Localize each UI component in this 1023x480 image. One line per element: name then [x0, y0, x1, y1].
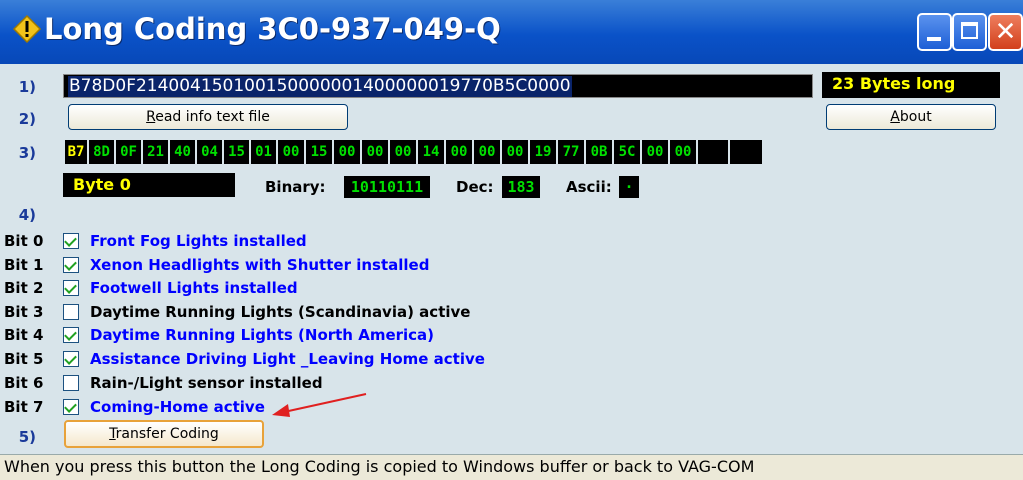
- ascii-label: Ascii:: [566, 178, 612, 196]
- bit-description: Rain-/Light sensor installed: [90, 374, 323, 392]
- byte-cell[interactable]: 15: [306, 140, 334, 164]
- close-button[interactable]: ✕: [988, 13, 1023, 51]
- byte-cell[interactable]: B7: [65, 140, 89, 164]
- byte-cell[interactable]: 00: [642, 140, 670, 164]
- long-coding-value: B78D0F214004150100150000001400000019770B…: [68, 76, 572, 97]
- checkmark-icon: [64, 328, 77, 341]
- bit-checkbox[interactable]: [63, 351, 79, 367]
- bit-checkbox[interactable]: [63, 327, 79, 343]
- byte-cell[interactable]: 00: [278, 140, 306, 164]
- bit-checkbox[interactable]: [63, 280, 79, 296]
- byte-cell[interactable]: 00: [446, 140, 474, 164]
- checkmark-icon: [64, 281, 77, 294]
- dec-value: 183: [502, 176, 540, 198]
- transfer-coding-label: Transfer Coding: [109, 426, 219, 442]
- binary-value: 10110111: [344, 176, 430, 198]
- bit-checkbox[interactable]: [63, 375, 79, 391]
- byte-cell[interactable]: 14: [418, 140, 446, 164]
- bit-checkbox[interactable]: [63, 399, 79, 415]
- bit-description: Coming-Home active: [90, 398, 265, 416]
- checkmark-icon: [64, 400, 77, 413]
- byte-cell[interactable]: 0F: [116, 140, 143, 164]
- bit-row: Bit 2 Footwell Lights installed: [4, 277, 604, 299]
- ascii-value: ·: [619, 176, 639, 198]
- byte-cell[interactable]: 00: [502, 140, 530, 164]
- bytes-long-label: 23 Bytes long: [832, 74, 956, 93]
- long-coding-window: Long Coding 3C0-937-049-Q ✕ 1) B78D0F214…: [0, 0, 1023, 480]
- title-bar[interactable]: Long Coding 3C0-937-049-Q ✕: [0, 0, 1023, 64]
- binary-label: Binary:: [265, 178, 326, 196]
- byte-cell[interactable]: 0B: [586, 140, 614, 164]
- byte-cell[interactable]: 00: [474, 140, 502, 164]
- bit-label: Bit 2: [4, 279, 44, 297]
- bit-label: Bit 0: [4, 232, 44, 250]
- byte-cell[interactable]: 00: [334, 140, 362, 164]
- byte-cell[interactable]: 00: [362, 140, 390, 164]
- byte-cell[interactable]: [698, 140, 730, 164]
- byte-cell[interactable]: 00: [670, 140, 698, 164]
- bit-label: Bit 4: [4, 326, 44, 344]
- step-2-label: 2): [18, 110, 36, 128]
- bit-label: Bit 1: [4, 256, 44, 274]
- window-title: Long Coding 3C0-937-049-Q: [44, 12, 501, 46]
- byte-cell[interactable]: 00: [390, 140, 418, 164]
- about-label: About: [890, 109, 932, 125]
- byte-cell[interactable]: 8D: [89, 140, 116, 164]
- checkmark-icon: [64, 352, 77, 365]
- bit-description: Daytime Running Lights (North America): [90, 326, 435, 344]
- bit-row: Bit 0 Front Fog Lights installed: [4, 230, 604, 252]
- step-3-label: 3): [18, 144, 36, 162]
- long-coding-field[interactable]: B78D0F214004150100150000001400000019770B…: [63, 74, 813, 98]
- byte-cell[interactable]: 15: [224, 140, 251, 164]
- byte-cell[interactable]: 01: [251, 140, 278, 164]
- bit-row: Bit 1 Xenon Headlights with Shutter insta…: [4, 254, 604, 276]
- checkmark-icon: [64, 234, 77, 247]
- bit-description: Assistance Driving Light _Leaving Home a…: [90, 350, 485, 368]
- about-button[interactable]: About: [826, 104, 996, 130]
- transfer-coding-button[interactable]: Transfer Coding: [64, 420, 264, 448]
- read-info-label: Read info text file: [146, 109, 270, 125]
- dec-label: Dec:: [456, 178, 494, 196]
- byte-index-display: Byte 0: [63, 173, 235, 197]
- status-bar: When you press this button the Long Codi…: [0, 454, 1023, 480]
- bit-label: Bit 7: [4, 398, 44, 416]
- bit-description: Daytime Running Lights (Scandinavia) act…: [90, 303, 471, 321]
- byte-cell[interactable]: 77: [558, 140, 586, 164]
- close-icon: ✕: [994, 17, 1017, 47]
- bit-row: Bit 6 Rain-/Light sensor installed: [4, 372, 604, 394]
- byte-cell[interactable]: 19: [530, 140, 558, 164]
- maximize-button[interactable]: [952, 13, 987, 51]
- read-info-button[interactable]: Read info text file: [68, 104, 348, 130]
- bit-row: Bit 4 Daytime Running Lights (North Ameri…: [4, 324, 604, 346]
- bytes-long-display: 23 Bytes long: [822, 72, 1000, 98]
- bit-checkbox[interactable]: [63, 304, 79, 320]
- bit-checkbox[interactable]: [63, 257, 79, 273]
- byte-grid: B7 8D 0F 21 40 04 15 01 00 15 00 00 00 14 00 00 00 19 77 0B…: [65, 140, 764, 164]
- step-1-label: 1): [18, 78, 36, 96]
- bit-row: Bit 7 Coming-Home active: [4, 396, 604, 418]
- byte-cell[interactable]: 40: [170, 140, 197, 164]
- bit-description: Front Fog Lights installed: [90, 232, 307, 250]
- bit-row: Bit 5 Assistance Driving Light _Leaving H…: [4, 348, 604, 370]
- bit-row: Bit 3 Daytime Running Lights (Scandinavia…: [4, 301, 604, 323]
- bit-description: Footwell Lights installed: [90, 279, 298, 297]
- byte-cell[interactable]: 5C: [614, 140, 642, 164]
- minimize-icon: [927, 37, 941, 41]
- bit-checkbox[interactable]: [63, 233, 79, 249]
- maximize-icon: [961, 22, 978, 39]
- bit-description: Xenon Headlights with Shutter installed: [90, 256, 430, 274]
- byte-cell[interactable]: 04: [197, 140, 224, 164]
- byte-cell[interactable]: 21: [143, 140, 170, 164]
- checkmark-icon: [64, 258, 77, 271]
- minimize-button[interactable]: [917, 13, 952, 51]
- info-diamond-icon: [12, 14, 42, 44]
- step-4-label: 4): [18, 206, 36, 224]
- step-5-label: 5): [18, 428, 36, 446]
- byte-cell[interactable]: [730, 140, 764, 164]
- byte-index-label: Byte 0: [73, 175, 131, 194]
- bit-label: Bit 5: [4, 350, 44, 368]
- bit-label: Bit 3: [4, 303, 44, 321]
- bit-label: Bit 6: [4, 374, 44, 392]
